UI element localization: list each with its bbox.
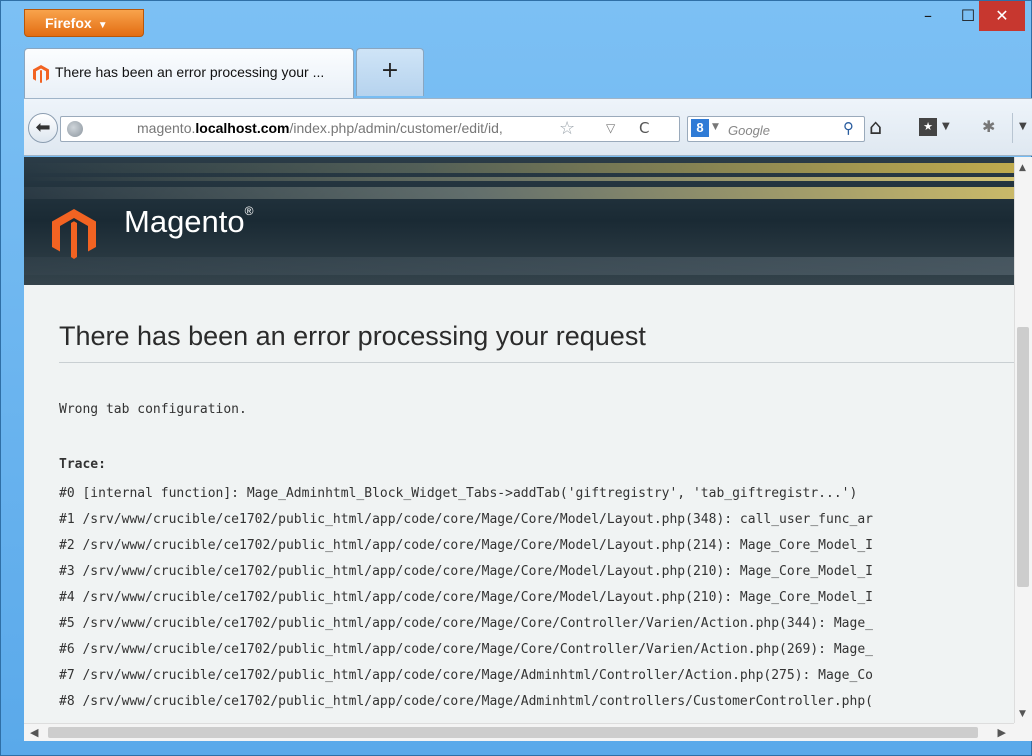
overflow-menu-icon[interactable]: ▼ (1019, 121, 1027, 132)
vertical-scroll-thumb[interactable] (1017, 327, 1029, 587)
back-arrow-icon: ⬅ (35, 117, 51, 138)
firefox-menu-button[interactable]: Firefox ▼ (24, 9, 144, 37)
search-bar[interactable]: 8 ▼ ⚲ (687, 116, 865, 142)
header-stripe (24, 257, 1014, 275)
trace-line: #5 /srv/www/crucible/ce1702/public_html/… (59, 616, 873, 631)
trace-label: Trace: (59, 457, 106, 472)
title-divider (59, 362, 1014, 363)
scroll-left-icon[interactable]: ◀ (30, 726, 38, 739)
engine-dropdown-icon[interactable]: ▼ (712, 122, 719, 132)
trace-line: #0 [internal function]: Mage_Adminhtml_B… (59, 486, 858, 501)
search-engine-icon[interactable]: 8 (691, 119, 709, 137)
firefox-menu-label: Firefox (45, 15, 92, 31)
error-message: Wrong tab configuration. (59, 402, 247, 417)
search-icon[interactable]: ⚲ (843, 119, 854, 137)
scroll-down-icon[interactable]: ▼ (1019, 709, 1026, 719)
scroll-up-icon[interactable]: ▲ (1019, 163, 1026, 173)
horizontal-scroll-thumb[interactable] (48, 727, 978, 738)
trace-list: #0 [internal function]: Mage_Adminhtml_B… (59, 481, 873, 715)
header-stripe (24, 187, 1014, 199)
url-text: magento.localhost.com/index.php/admin/cu… (137, 120, 557, 136)
bookmarks-icon[interactable]: ★ (919, 118, 937, 136)
back-button[interactable]: ⬅ (28, 113, 58, 143)
new-tab-button[interactable]: + (356, 48, 424, 96)
logo-wordmark: Magento (124, 204, 245, 239)
error-title: There has been an error processing your … (59, 321, 646, 351)
globe-icon (67, 121, 83, 137)
url-host: localhost.com (195, 120, 290, 136)
navigation-toolbar: ⬅ magento.localhost.com/index.php/admin/… (24, 98, 1032, 156)
tab-error-page[interactable]: There has been an error processing your … (24, 48, 354, 98)
browser-window: Firefox ▼ – ☐ ✕ There has been an error p… (0, 0, 1032, 756)
scroll-right-icon[interactable]: ▶ (998, 726, 1006, 739)
url-path: /index.php/admin/customer/edit/id, (289, 120, 503, 136)
minimize-button[interactable]: – (907, 1, 949, 31)
horizontal-scrollbar[interactable]: ◀ ▶ (24, 723, 1014, 741)
trace-line: #7 /srv/www/crucible/ce1702/public_html/… (59, 668, 873, 683)
trace-line: #3 /srv/www/crucible/ce1702/public_html/… (59, 564, 873, 579)
scrollbar-corner (1014, 723, 1032, 741)
header-stripe (24, 177, 1014, 181)
trace-line: #4 /srv/www/crucible/ce1702/public_html/… (59, 590, 873, 605)
tab-title: There has been an error processing your … (55, 64, 325, 80)
addon-icon[interactable]: ✱ (982, 117, 995, 136)
close-button[interactable]: ✕ (979, 1, 1025, 31)
magento-logo-icon (52, 209, 96, 259)
magento-favicon-icon (33, 65, 49, 83)
bookmark-star-icon[interactable]: ☆ (559, 118, 575, 139)
vertical-scrollbar[interactable]: ▲ ▼ (1014, 157, 1032, 723)
page-content: Magento® There has been an error process… (24, 157, 1014, 723)
header-stripe (24, 163, 1014, 173)
trace-line: #6 /srv/www/crucible/ce1702/public_html/… (59, 642, 873, 657)
url-prefix: magento. (137, 120, 196, 136)
home-icon[interactable]: ⌂ (869, 115, 882, 139)
chevron-down-icon: ▼ (97, 20, 108, 31)
page-header: Magento® (24, 157, 1014, 285)
url-bar[interactable]: magento.localhost.com/index.php/admin/cu… (60, 116, 680, 142)
bookmarks-dropdown-icon[interactable]: ▼ (942, 121, 950, 132)
trace-line: #8 /srv/www/crucible/ce1702/public_html/… (59, 694, 873, 709)
trace-line: #1 /srv/www/crucible/ce1702/public_html/… (59, 512, 873, 527)
search-input[interactable] (726, 119, 830, 141)
history-dropdown-icon[interactable]: ▽ (606, 121, 615, 135)
trace-line: #2 /srv/www/crucible/ce1702/public_html/… (59, 538, 873, 553)
reload-icon[interactable]: C (639, 119, 649, 137)
magento-logo-text: Magento® (124, 204, 253, 240)
registered-mark: ® (244, 204, 254, 218)
toolbar-divider (1012, 113, 1013, 143)
